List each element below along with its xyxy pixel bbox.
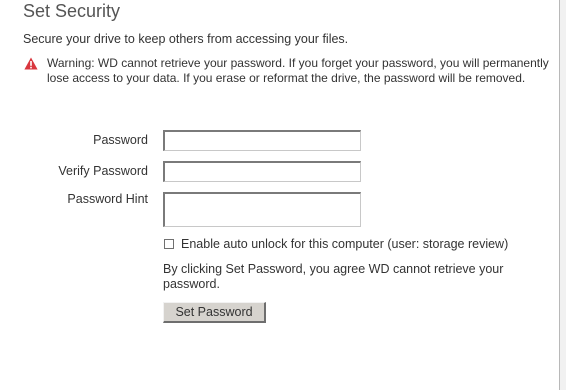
agreement-text: By clicking Set Password, you agree WD c… [163,262,504,291]
password-hint-label: Password Hint [67,192,148,206]
password-label: Password [93,133,148,147]
scrollbar-track[interactable] [560,0,566,390]
page-title: Set Security [23,1,121,21]
password-hint-input[interactable] [163,192,361,227]
warning-triangle-icon [24,57,38,70]
auto-unlock-checkbox[interactable] [164,239,174,249]
auto-unlock-label[interactable]: Enable auto unlock for this computer (us… [181,237,508,251]
set-security-panel: Set Security Secure your drive to keep o… [0,0,560,390]
verify-password-input[interactable] [163,161,361,182]
page-subtitle: Secure your drive to keep others from ac… [23,32,349,46]
warning-message: Warning: WD cannot retrieve your passwor… [47,56,549,85]
password-input[interactable] [163,130,361,151]
set-password-button[interactable]: Set Password [163,302,266,323]
verify-password-label: Verify Password [58,164,148,178]
